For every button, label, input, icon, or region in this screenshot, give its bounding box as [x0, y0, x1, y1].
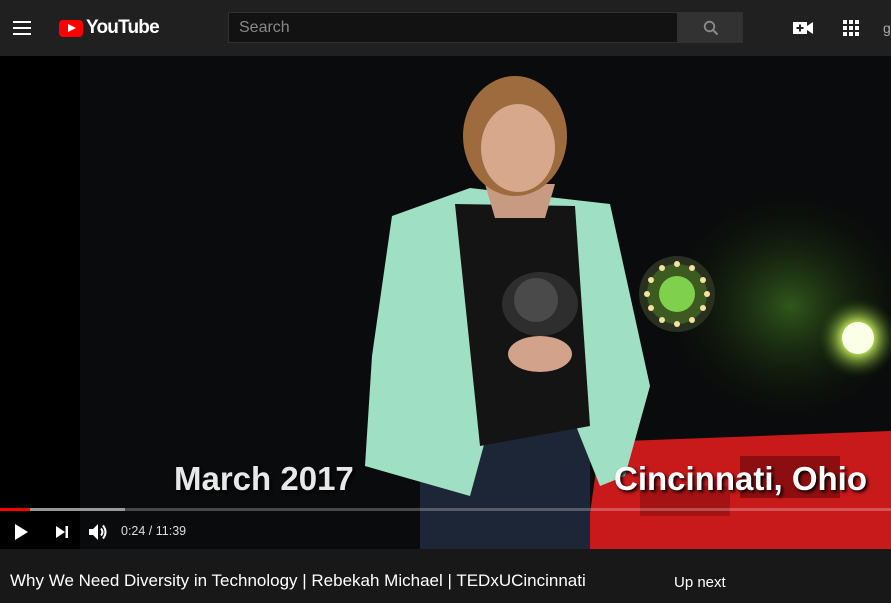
- progress-played: [0, 508, 31, 511]
- search-icon: [703, 20, 719, 36]
- video-title: Why We Need Diversity in Technology | Re…: [10, 571, 586, 590]
- volume-button[interactable]: [86, 520, 110, 544]
- masthead: YouTube g: [0, 0, 891, 56]
- video-plus-icon: [793, 22, 813, 34]
- play-button[interactable]: [9, 520, 33, 544]
- volume-icon: [89, 524, 107, 540]
- youtube-logo[interactable]: YouTube: [59, 17, 160, 39]
- more-icon[interactable]: g: [883, 20, 891, 36]
- player-controls: 0:24 / 11:39: [0, 514, 891, 549]
- skip-next-icon: [56, 526, 68, 538]
- create-video-button[interactable]: [792, 18, 814, 38]
- menu-icon[interactable]: [10, 16, 34, 40]
- video-player[interactable]: March 2017 Cincinnati, Ohio 0:24 / 11:39: [0, 56, 891, 549]
- time-display: 0:24 / 11:39: [121, 524, 187, 538]
- search-button[interactable]: [678, 12, 743, 43]
- date-caption: March 2017: [174, 460, 354, 497]
- logo-text: YouTube: [86, 17, 160, 38]
- play-icon: [15, 524, 28, 540]
- search-input[interactable]: [228, 12, 678, 43]
- play-logo-icon: [59, 19, 83, 37]
- location-caption: Cincinnati, Ohio: [614, 460, 867, 497]
- video-info: Why We Need Diversity in Technology | Re…: [0, 549, 891, 603]
- next-button[interactable]: [50, 520, 74, 544]
- up-next-heading: Up next: [674, 574, 726, 591]
- progress-bar[interactable]: [0, 508, 891, 511]
- apps-grid-icon[interactable]: [841, 18, 861, 38]
